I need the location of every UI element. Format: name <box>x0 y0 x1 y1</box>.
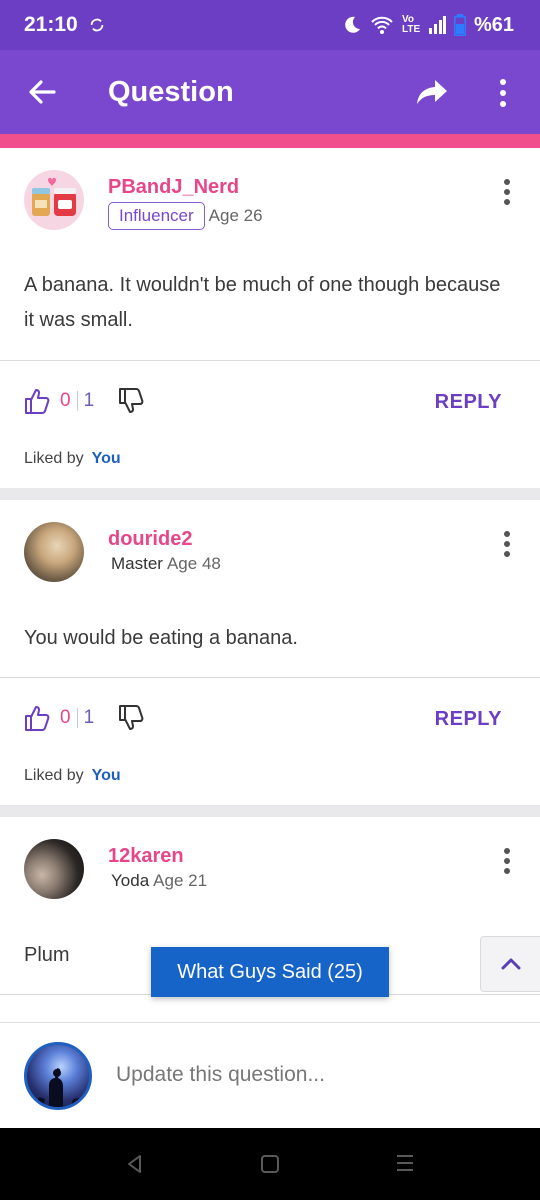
share-icon[interactable] <box>414 76 450 108</box>
chevron-up-icon <box>501 958 520 970</box>
scroll-to-top-button[interactable] <box>480 936 540 992</box>
liked-by-user[interactable]: You <box>92 450 121 467</box>
more-vertical-icon[interactable] <box>500 178 514 206</box>
accent-divider <box>0 134 540 148</box>
liked-by: Liked by You <box>24 767 121 785</box>
what-guys-said-button[interactable]: What Guys Said (25) <box>151 947 389 997</box>
sync-icon <box>90 18 104 32</box>
user-age: Age 26 <box>208 206 263 225</box>
system-navigation-bar <box>0 1128 540 1200</box>
do-not-disturb-moon-icon <box>345 16 360 33</box>
peanut-butter-jelly-icon <box>32 177 76 216</box>
thumbs-up-icon[interactable] <box>24 704 50 732</box>
answer-card: PBandJ_Nerd Influencer Age 26 A banana. … <box>0 148 540 488</box>
liked-by-label: Liked by <box>24 767 84 784</box>
vote-row: 0 1 <box>24 703 144 733</box>
reply-button[interactable]: REPLY <box>435 708 502 731</box>
username[interactable]: douride2 <box>108 528 192 551</box>
username[interactable]: PBandJ_Nerd <box>108 176 239 199</box>
page-title: Question <box>108 76 234 108</box>
more-vertical-icon[interactable] <box>500 530 514 558</box>
username[interactable]: 12karen <box>108 845 184 868</box>
avatar[interactable] <box>24 170 84 230</box>
network-type-label: Vo LTE <box>401 14 421 35</box>
update-question-input[interactable] <box>116 1063 506 1087</box>
user-rank: Master <box>111 554 163 573</box>
question-composer <box>0 1022 540 1128</box>
status-bar: 21:10 Vo LTE %61 <box>0 0 540 50</box>
answer-card: douride2 Master Age 48 You would be eati… <box>0 500 540 805</box>
dislike-count: 1 <box>83 390 95 411</box>
user-rank: Yoda <box>111 871 150 890</box>
like-count: 0 <box>60 390 71 411</box>
liked-by: Liked by You <box>24 450 121 468</box>
reply-button[interactable]: REPLY <box>435 391 502 414</box>
user-age: Age 48 <box>166 554 221 573</box>
user-meta: Yoda Age 21 <box>108 871 207 891</box>
nav-back-icon[interactable] <box>124 1153 146 1175</box>
user-meta: Influencer Age 26 <box>108 202 263 230</box>
thumbs-up-icon[interactable] <box>24 387 50 415</box>
battery-icon <box>453 14 466 36</box>
like-count: 0 <box>60 707 71 728</box>
more-vertical-icon[interactable] <box>494 78 512 108</box>
divider <box>0 360 540 361</box>
my-avatar[interactable] <box>24 1042 92 1110</box>
battery-level: %61 <box>473 13 514 36</box>
thumbs-down-icon[interactable] <box>118 704 144 732</box>
influencer-badge: Influencer <box>108 202 205 230</box>
wifi-icon <box>371 16 393 34</box>
nav-home-icon[interactable] <box>260 1154 280 1174</box>
avatar[interactable] <box>24 522 84 582</box>
status-indicators: Vo LTE %61 <box>342 12 514 38</box>
user-age: Age 21 <box>153 871 208 890</box>
liked-by-label: Liked by <box>24 450 84 467</box>
concert-silhouette-icon <box>35 1068 81 1107</box>
avatar[interactable] <box>24 839 84 899</box>
signal-bars-icon <box>428 16 446 34</box>
vote-separator <box>76 708 78 728</box>
dislike-count: 1 <box>83 707 95 728</box>
thumbs-down-icon[interactable] <box>118 387 144 415</box>
app-bar: Question <box>0 50 540 134</box>
vote-separator <box>76 391 78 411</box>
vote-row: 0 1 <box>24 386 144 416</box>
liked-by-user[interactable]: You <box>92 767 121 784</box>
divider <box>0 677 540 678</box>
nav-recents-icon[interactable] <box>395 1152 415 1174</box>
more-vertical-icon[interactable] <box>500 847 514 875</box>
status-time: 21:10 <box>24 13 78 36</box>
back-arrow-icon[interactable] <box>24 74 60 110</box>
answer-text: A banana. It wouldn't be much of one tho… <box>24 274 501 331</box>
user-meta: Master Age 48 <box>108 554 221 574</box>
answer-text: You would be eating a banana. <box>24 627 298 649</box>
